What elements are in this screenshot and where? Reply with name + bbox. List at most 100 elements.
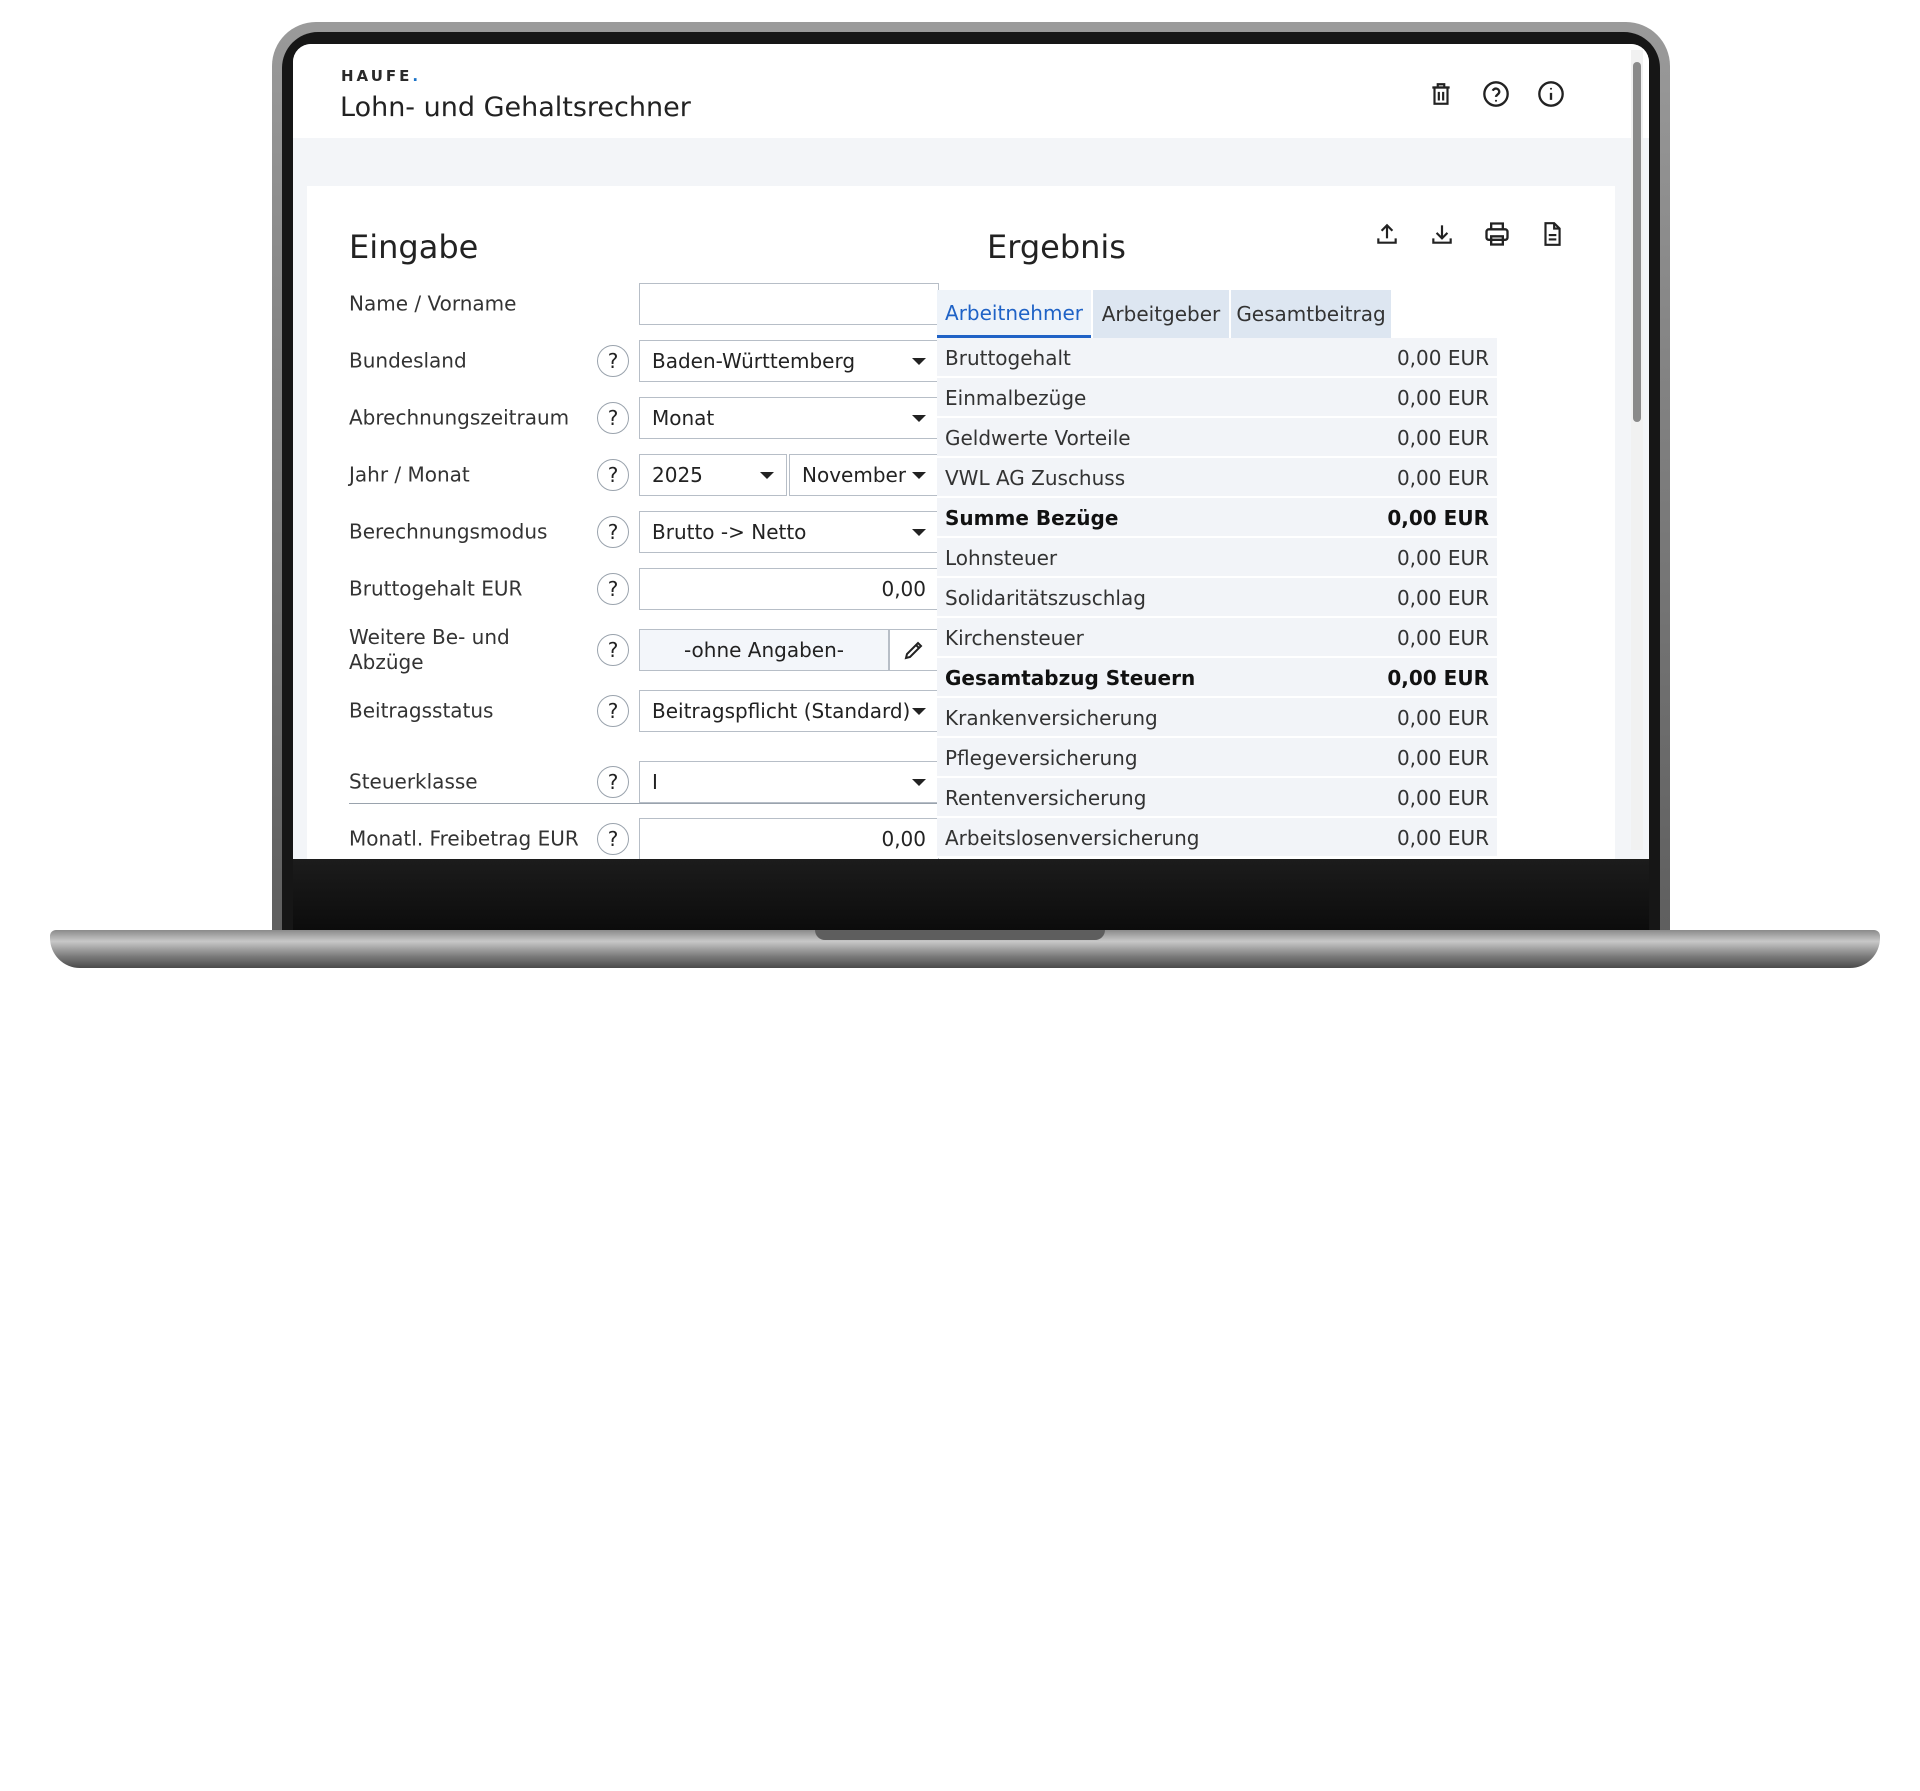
row-abrechnungszeitraum: Abrechnungszeitraum ? Monat [349,396,939,440]
row-label: Rentenversicherung [945,786,1147,810]
row-value: 0,00 EUR [1396,546,1489,570]
row-name: Name / Vorname [349,282,939,326]
monat-select[interactable]: November [789,454,939,496]
trash-icon[interactable] [1423,76,1459,112]
chevron-down-icon [912,529,926,536]
bundesland-select[interactable]: Baden-Württemberg [639,340,939,382]
steuerklasse-select[interactable]: I [639,761,939,803]
row-label: Pflegeversicherung [945,746,1138,770]
brand-logo: HAUFE. [341,67,422,85]
abrechnungszeitraum-select[interactable]: Monat [639,397,939,439]
app-header: HAUFE. Lohn- und Gehaltsrechner [293,44,1649,138]
upload-icon[interactable] [1369,216,1405,252]
table-row: Pflegeversicherung 0,00 EUR [937,738,1497,778]
keyboard-reflection [293,859,1721,1791]
row-label: Summe Bezüge [945,506,1119,530]
bundesland-help-button[interactable]: ? [597,345,629,377]
freibetrag-input[interactable]: 0,00 [639,818,939,859]
app-title: Lohn- und Gehaltsrechner [340,92,691,123]
name-input[interactable] [639,283,939,325]
row-value: 0,00 EUR [1396,786,1489,810]
row-beitragsstatus: Beitragsstatus ? Beitragspflicht (Standa… [349,689,939,733]
result-table: Bruttogehalt 0,00 EUR Einmalbezüge 0,00 EUR… [937,338,1497,858]
tab-arbeitgeber[interactable]: Arbeitgeber [1093,290,1229,338]
download-icon[interactable] [1424,216,1460,252]
tab-gesamtbeitrag[interactable]: Gesamtbeitrag [1231,290,1391,338]
abrechnungszeitraum-label: Abrechnungszeitraum [349,405,570,430]
document-icon[interactable] [1534,216,1570,252]
row-label: Arbeitslosenversicherung [945,826,1200,850]
jahr-select[interactable]: 2025 [639,454,787,496]
jahr-monat-help-button[interactable]: ? [597,459,629,491]
row-value: 0,00 EUR [1396,466,1489,490]
row-value: 0,00 EUR [1396,826,1489,850]
pencil-icon [904,641,923,660]
row-weitere: Weitere Be- und Abzüge ? -ohne Angaben- [349,625,939,674]
row-value: 0,00 EUR [1396,386,1489,410]
row-label: Krankenversicherung [945,706,1158,730]
bundesland-label: Bundesland [349,348,467,373]
help-circle-icon[interactable] [1478,76,1514,112]
table-row: Gesamtabzug Steuern 0,00 EUR [937,658,1497,698]
row-steuerklasse: Steuerklasse ? I [349,760,939,804]
laptop-notch [815,930,1105,940]
row-label: Lohnsteuer [945,546,1058,570]
table-row: Lohnsteuer 0,00 EUR [937,538,1497,578]
bruttogehalt-help-button[interactable]: ? [597,573,629,605]
input-section-title: Eingabe [349,228,479,266]
table-row: Einmalbezüge 0,00 EUR [937,378,1497,418]
freibetrag-help-button[interactable]: ? [597,823,629,855]
result-tabs: Arbeitnehmer Arbeitgeber Gesamtbeitrag [937,290,1497,338]
info-circle-icon[interactable] [1533,76,1569,112]
name-label: Name / Vorname [349,291,517,316]
berechnungsmodus-select[interactable]: Brutto -> Netto [639,511,939,553]
row-jahr-monat: Jahr / Monat ? 2025 November [349,453,939,497]
table-row: Geldwerte Vorteile 0,00 EUR [937,418,1497,458]
row-value: 0,00 EUR [1396,586,1489,610]
scrollbar-thumb[interactable] [1633,62,1641,422]
chevron-down-icon [912,708,926,715]
row-value: 0,00 EUR [1396,626,1489,650]
chevron-down-icon [760,472,774,479]
row-berechnungsmodus: Berechnungsmodus ? Brutto -> Netto [349,510,939,554]
row-value: 0,00 EUR [1396,426,1489,450]
chevron-down-icon [912,415,926,422]
calculator-card: Eingabe Name / Vorname Bundesland ? Bade… [307,186,1615,859]
row-freibetrag: Monatl. Freibetrag EUR ? 0,00 [349,817,939,859]
table-row: Arbeitslosenversicherung 0,00 EUR [937,818,1497,858]
berechnungsmodus-label: Berechnungsmodus [349,519,548,544]
weitere-field[interactable]: -ohne Angaben- [639,629,889,671]
row-label: Geldwerte Vorteile [945,426,1131,450]
weitere-help-button[interactable]: ? [597,634,629,666]
bruttogehalt-input[interactable]: 0,00 [639,568,939,610]
beitragsstatus-label: Beitragsstatus [349,698,494,723]
row-label: Gesamtabzug Steuern [945,666,1196,690]
result-section-title: Ergebnis [987,228,1126,266]
row-label: Kirchensteuer [945,626,1084,650]
beitragsstatus-select[interactable]: Beitragspflicht (Standard) [639,690,939,732]
chevron-down-icon [912,472,926,479]
row-value: 0,00 EUR [1396,706,1489,730]
chevron-down-icon [912,358,926,365]
row-label: VWL AG Zuschuss [945,466,1126,490]
print-icon[interactable] [1479,216,1515,252]
row-value: 0,00 EUR [1396,746,1489,770]
table-row: Krankenversicherung 0,00 EUR [937,698,1497,738]
row-value: 0,00 EUR [1387,506,1489,530]
row-label: Solidaritätszuschlag [945,586,1146,610]
jahr-monat-label: Jahr / Monat [349,462,470,487]
row-label: Einmalbezüge [945,386,1087,410]
weitere-label: Weitere Be- und Abzüge [349,625,510,674]
table-row: Solidaritätszuschlag 0,00 EUR [937,578,1497,618]
tab-arbeitnehmer[interactable]: Arbeitnehmer [937,290,1091,338]
scrollbar[interactable] [1631,50,1643,850]
beitragsstatus-help-button[interactable]: ? [597,695,629,727]
screen: HAUFE. Lohn- und Gehaltsrechner Eingabe … [293,44,1649,859]
edit-pencil-button[interactable] [889,629,939,671]
abrechnungszeitraum-help-button[interactable]: ? [597,402,629,434]
table-row: Bruttogehalt 0,00 EUR [937,338,1497,378]
row-label: Bruttogehalt [945,346,1071,370]
bruttogehalt-label: Bruttogehalt EUR [349,576,523,601]
berechnungsmodus-help-button[interactable]: ? [597,516,629,548]
steuerklasse-help-button[interactable]: ? [597,766,629,798]
